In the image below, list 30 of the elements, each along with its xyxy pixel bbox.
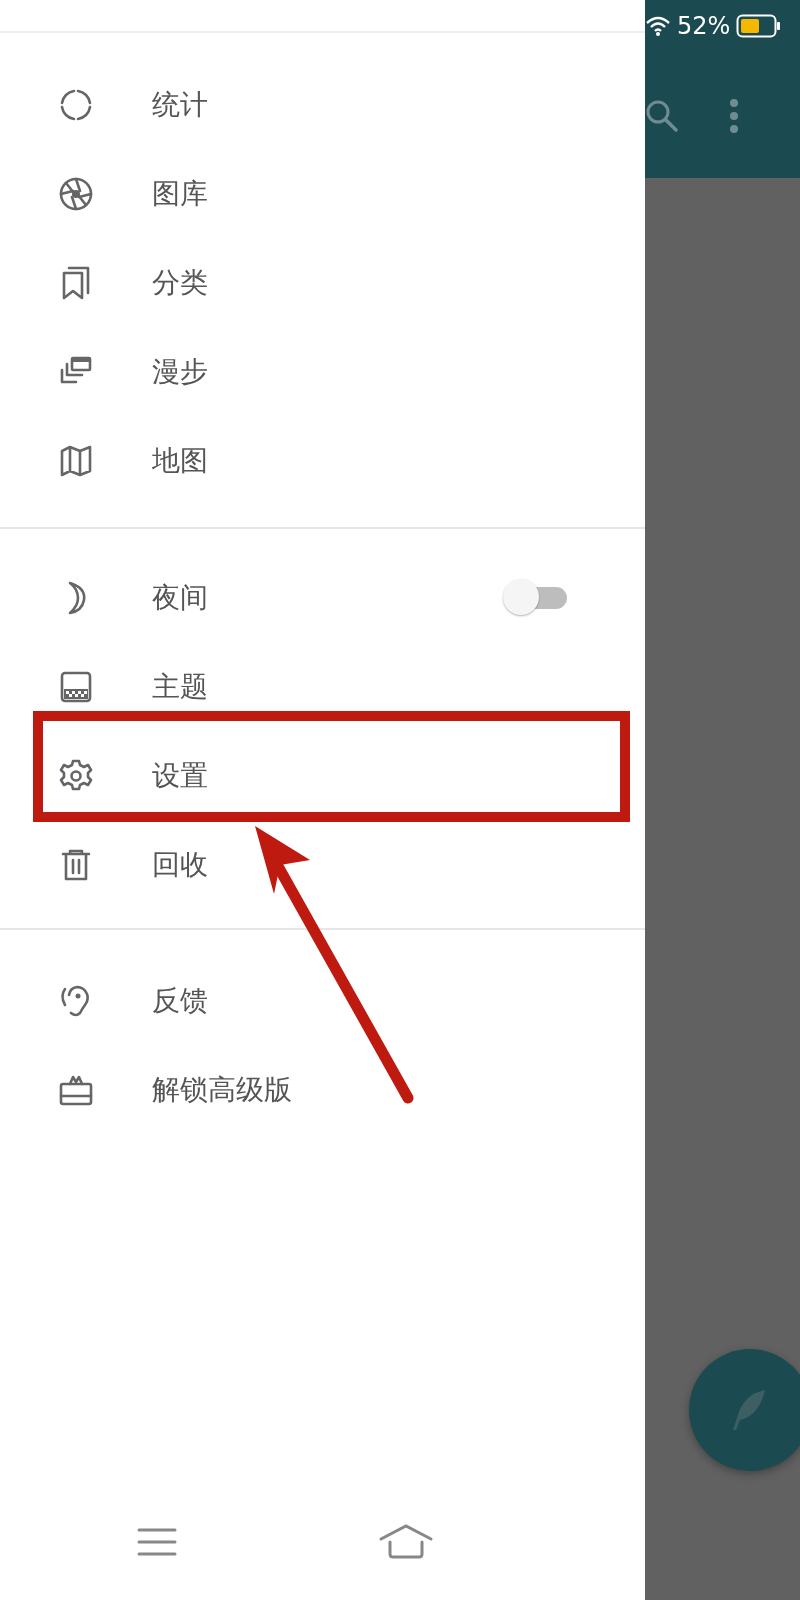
menu-item[interactable]: 漫步 — [0, 327, 645, 416]
menu-item[interactable]: 解锁高级版 — [0, 1045, 645, 1134]
menu-icon[interactable] — [137, 1527, 177, 1557]
home-icon[interactable] — [378, 1524, 434, 1560]
menu-label: 回收 — [152, 846, 208, 883]
battery-percent: 52% — [677, 12, 731, 40]
menu-item[interactable]: 图库 — [0, 149, 645, 238]
menu-label: 图库 — [152, 175, 208, 212]
search-icon[interactable] — [645, 99, 679, 133]
menu-label: 统计 — [152, 86, 208, 123]
more-icon[interactable] — [729, 98, 739, 134]
menu-item[interactable]: 统计 — [0, 60, 645, 149]
wifi-icon — [645, 15, 671, 37]
menu-item[interactable]: 反馈 — [0, 956, 645, 1045]
menu-item[interactable]: 夜间 — [0, 553, 645, 642]
menu-item[interactable]: 地图 — [0, 416, 645, 505]
menu-label: 分类 — [152, 264, 208, 301]
aperture-icon — [58, 175, 94, 212]
menu-label: 设置 — [152, 757, 208, 794]
menu-item[interactable]: 主题 — [0, 642, 645, 731]
menu-label: 夜间 — [152, 579, 208, 616]
menu-item[interactable]: 分类 — [0, 238, 645, 327]
menu-label: 漫步 — [152, 353, 208, 390]
menu-label: 解锁高级版 — [152, 1071, 292, 1108]
menu-label: 反馈 — [152, 982, 208, 1019]
menu-item[interactable]: 回收 — [0, 820, 645, 909]
menu-item[interactable]: 设置 — [0, 731, 645, 820]
menu-label: 主题 — [152, 668, 208, 705]
menu-label: 地图 — [152, 442, 208, 479]
battery-icon — [736, 14, 783, 38]
